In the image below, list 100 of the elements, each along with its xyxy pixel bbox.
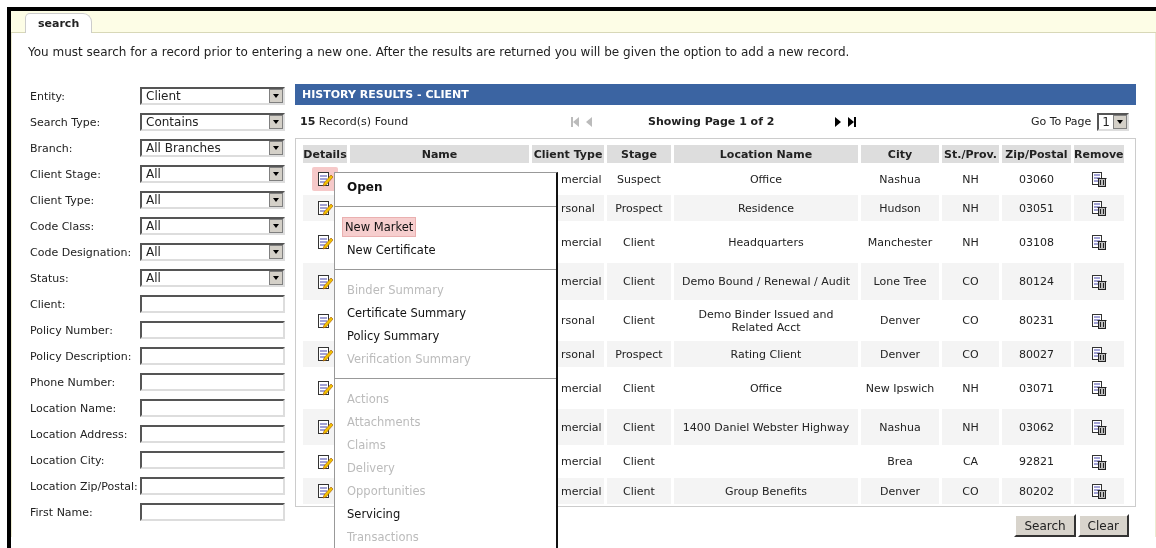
table-cell: CO [962,275,979,288]
column-header[interactable]: Client Type [532,145,604,163]
field-label: Status: [30,271,70,285]
dropdown-field[interactable]: All [140,217,285,235]
field-label: Location Name: [30,401,118,415]
dropdown-field[interactable]: Client [140,87,285,105]
clear-button[interactable]: Clear [1077,514,1129,537]
menu-item[interactable]: Open [345,177,385,196]
next-page-icon[interactable] [834,115,843,128]
input-field[interactable] [140,503,285,521]
input-field[interactable] [140,425,285,443]
column-header[interactable]: Stage [607,145,671,163]
table-cell: mercial [561,381,602,395]
input-field[interactable] [140,347,285,365]
table-cell: Suspect [617,172,661,186]
table-cell: Hudson [879,201,921,215]
input-field[interactable] [140,373,285,391]
page-trash-icon[interactable] [1090,171,1107,187]
column-header[interactable]: City [861,145,939,163]
note-pencil-icon[interactable] [317,419,333,435]
input-field[interactable] [140,399,285,417]
column-header[interactable]: St./Prov. [942,145,999,163]
table-cell: CO [962,314,979,327]
menu-item[interactable]: Certificate Summary [345,303,468,322]
page-dropdown[interactable]: 1 [1097,112,1129,131]
input-field[interactable] [140,477,285,495]
table-cell: 80124 [1019,275,1054,288]
column-header[interactable]: Zip/Postal [1002,145,1071,163]
note-pencil-icon[interactable] [317,273,333,290]
table-cell: Lone Tree [873,275,927,288]
column-header[interactable]: Name [350,145,529,163]
input-field[interactable] [140,321,285,339]
last-page-icon[interactable] [847,115,858,128]
page-trash-icon[interactable] [1090,380,1107,396]
table-cell: 92821 [1019,455,1054,468]
table-cell: 03071 [1019,381,1054,395]
table-cell: mercial [561,484,602,498]
note-pencil-icon[interactable] [317,200,333,216]
field-label: Client: [30,297,67,311]
table-cell: Denver [880,347,920,361]
table-cell: 80202 [1019,484,1054,498]
field-label: Location Address: [30,427,129,441]
column-header[interactable]: Details [303,145,347,163]
dropdown-field[interactable]: All [140,165,285,183]
caret-icon [269,89,283,103]
input-field[interactable] [140,451,285,469]
menu-item[interactable]: New Market [342,216,417,237]
column-header[interactable]: Location Name [674,145,858,163]
field-label: Branch: [30,141,74,155]
search-tab[interactable]: search [25,13,93,33]
field-label: Policy Description: [30,349,133,363]
dropdown-field[interactable]: All [140,243,285,261]
caret-icon [269,115,283,129]
input-field[interactable] [140,295,285,313]
table-cell: Denver [880,314,920,327]
table-cell: rsonal [561,347,595,361]
table-cell: NH [962,201,979,215]
instruction-text: You must search for a record prior to entering a new one. After the results are returned you will be given the option to add a new record. [28,45,851,59]
page-trash-icon[interactable] [1090,346,1107,362]
record-count: 15 Record(s) Found [300,115,410,128]
note-pencil-icon[interactable] [317,380,333,396]
table-cell: Client [623,455,655,468]
table-cell: NH [962,381,979,395]
table-cell: 1400 Daniel Webster Highway [682,420,850,434]
table-cell: Headquarters [728,235,804,249]
table-cell: Demo Bound / Renewal / Audit [681,275,851,288]
dropdown-field[interactable]: All [140,269,285,287]
field-label: Location City: [30,453,106,467]
caret-icon [269,167,283,181]
note-pencil-icon[interactable] [317,453,333,470]
page-trash-icon[interactable] [1090,483,1107,499]
note-pencil-icon[interactable] [317,312,333,329]
note-pencil-icon[interactable] [317,346,333,362]
page-trash-icon[interactable] [1090,234,1107,250]
note-pencil-icon[interactable] [317,234,333,250]
table-cell: Client [623,275,655,288]
page-trash-icon[interactable] [1090,453,1107,470]
table-cell: mercial [561,455,602,468]
table-cell: New Ipswich [865,381,935,395]
table-cell: rsonal [561,201,595,215]
page-trash-icon[interactable] [1090,273,1107,290]
dropdown-field[interactable]: All [140,191,285,209]
menu-item[interactable]: New Certificate [345,240,438,259]
table-cell: Group Benefits [725,484,807,498]
note-pencil-icon[interactable] [317,483,333,499]
page-trash-icon[interactable] [1090,200,1107,216]
dropdown-field[interactable]: Contains [140,113,285,131]
menu-item[interactable]: Servicing [345,504,403,523]
caret-icon [269,193,283,207]
column-header[interactable]: Remove [1074,145,1124,163]
dropdown-field[interactable]: All Branches [140,139,285,157]
table-cell: Client [623,314,655,327]
panel-header: HISTORY RESULTS - CLIENT [295,84,1136,105]
page-trash-icon[interactable] [1090,312,1107,329]
search-button[interactable]: Search [1014,514,1076,537]
table-cell: Nashua [879,420,921,434]
menu-item[interactable]: Policy Summary [345,326,442,345]
page-trash-icon[interactable] [1090,419,1107,435]
note-pencil-icon[interactable] [317,171,333,187]
field-label: Code Class: [30,219,96,233]
